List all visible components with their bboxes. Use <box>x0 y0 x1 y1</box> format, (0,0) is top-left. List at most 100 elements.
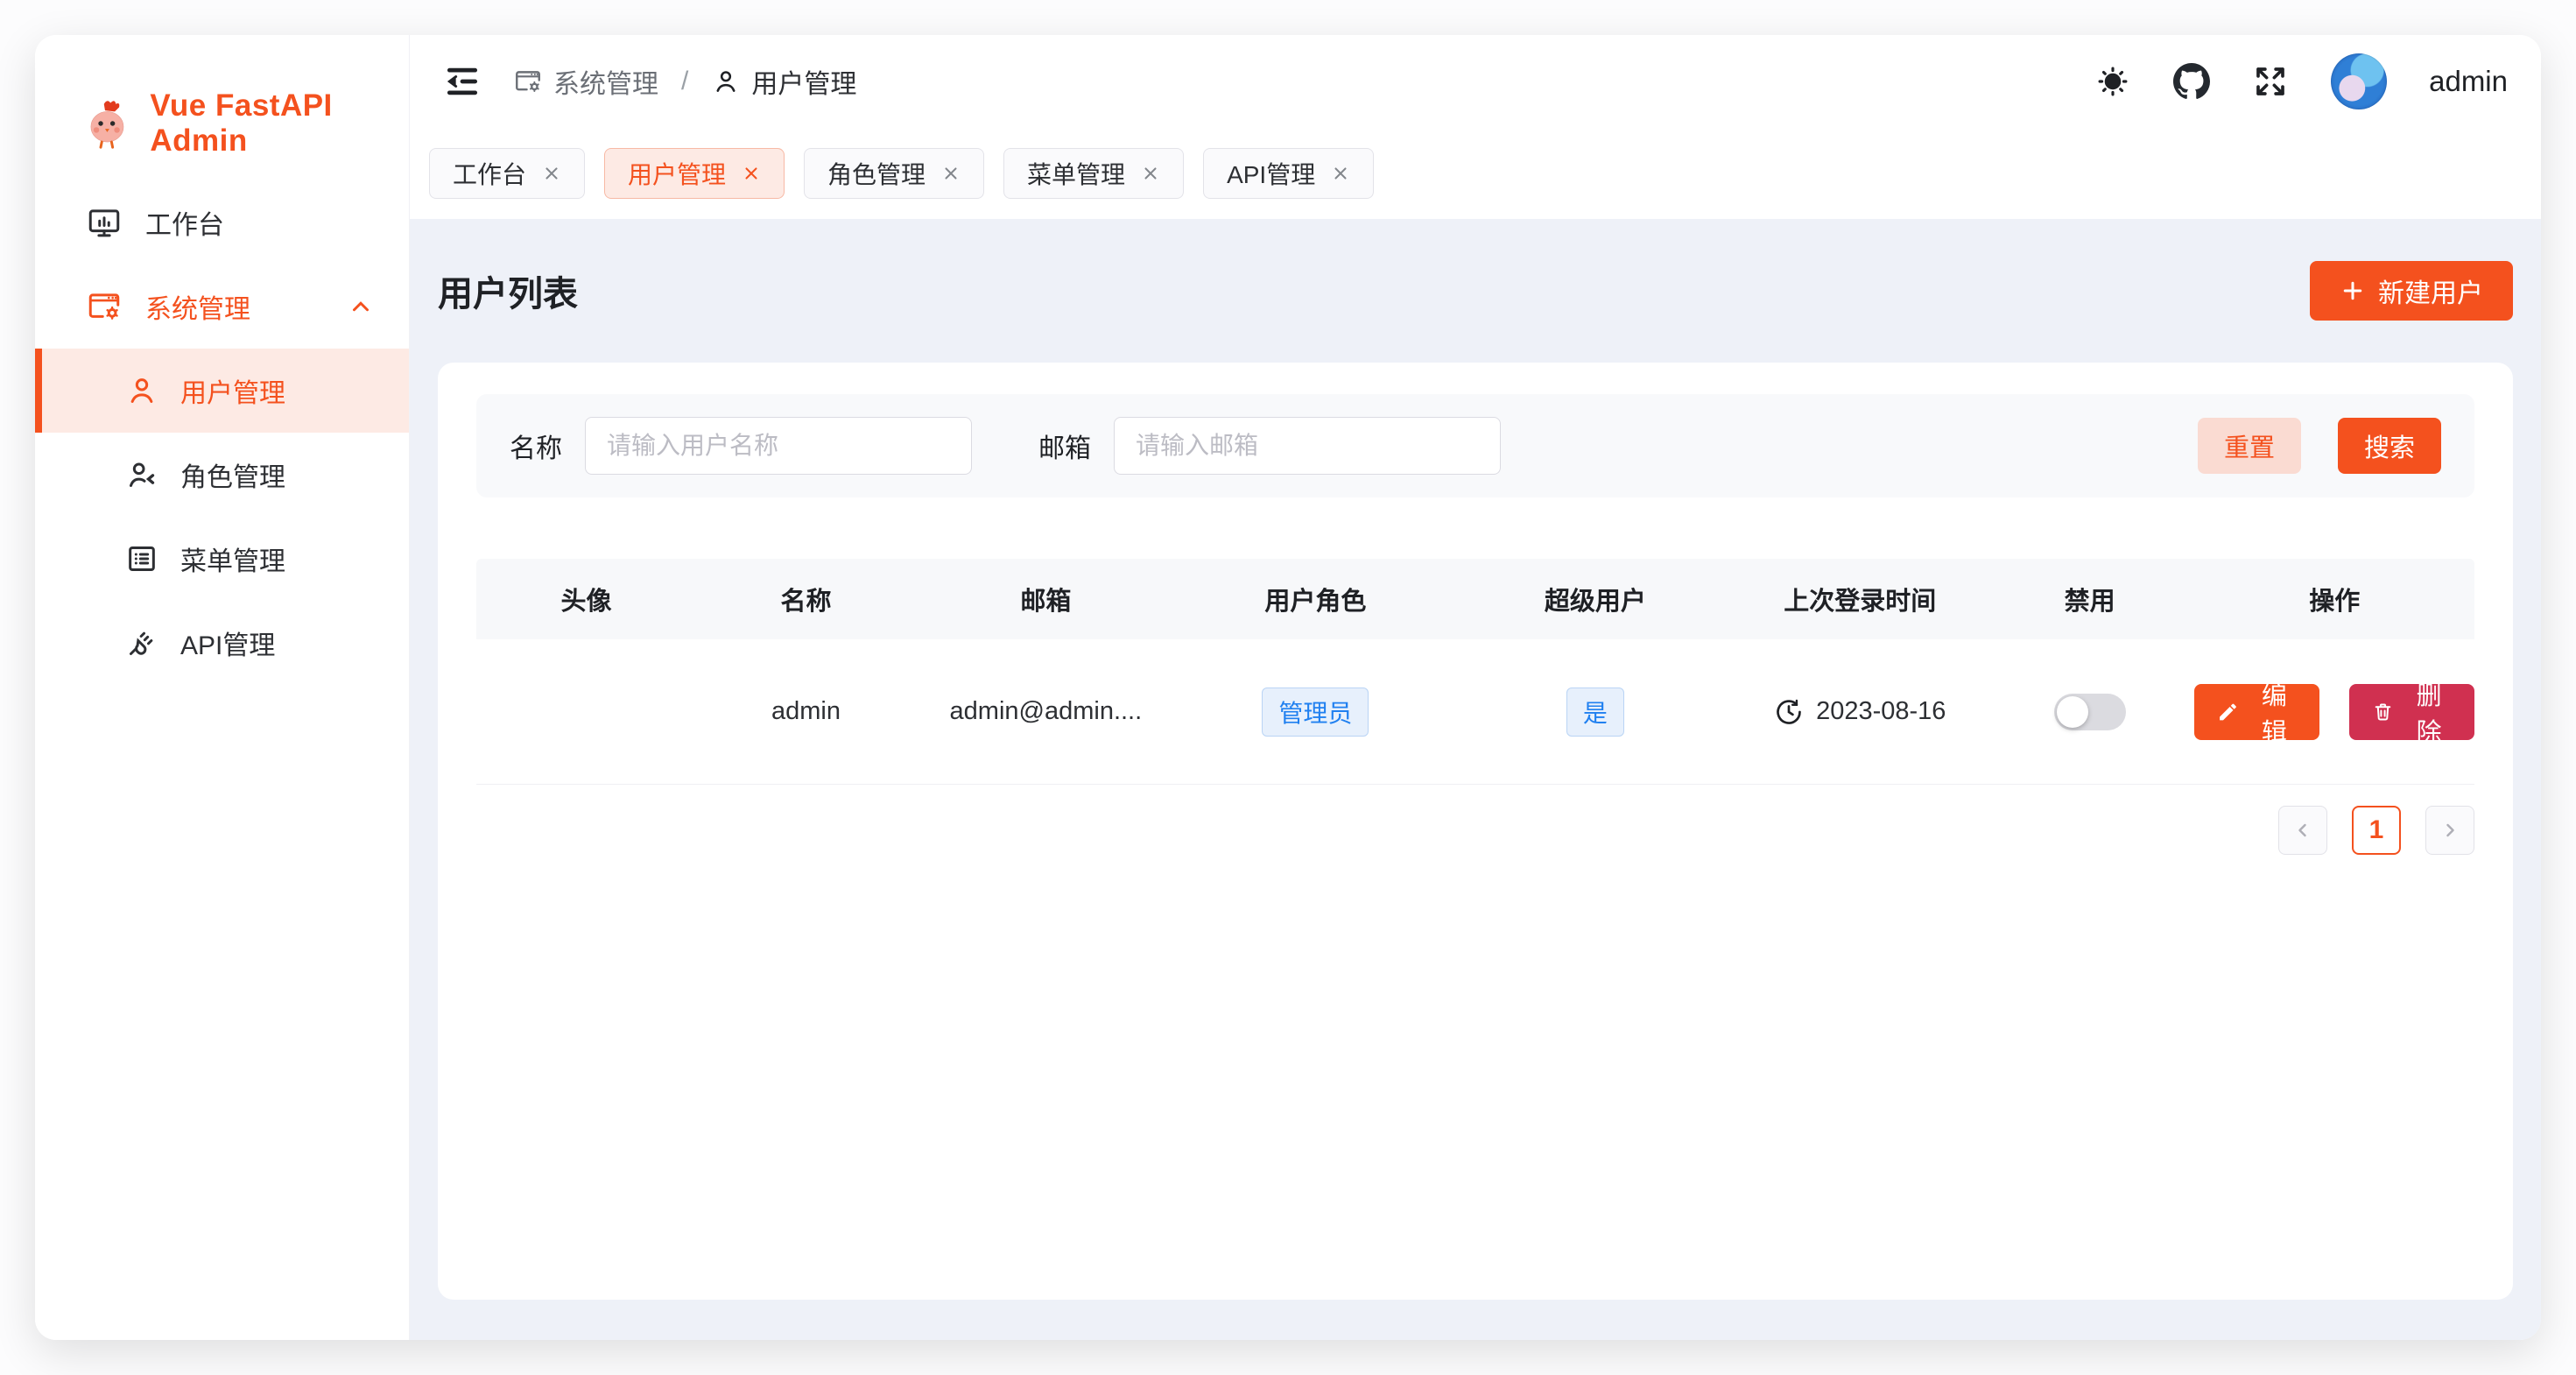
email-cell: admin@admin.... <box>916 697 1176 726</box>
page-title: 用户列表 <box>438 265 578 316</box>
tab-label: API管理 <box>1227 156 1315 191</box>
search-panel: 名称 邮箱 重置 搜索 <box>476 394 2474 497</box>
sidebar-item-api[interactable]: API管理 <box>35 601 409 685</box>
sidebar-item-label: 角色管理 <box>180 455 285 494</box>
table-row: admin admin@admin.... 管理员 是 <box>476 639 2474 785</box>
tab-label: 菜单管理 <box>1027 156 1125 191</box>
sidebar-item-label: 工作台 <box>145 203 224 242</box>
sidebar-item-label: 系统管理 <box>145 287 250 326</box>
sidebar-item-users[interactable]: 用户管理 <box>35 349 409 433</box>
pagination: 1 <box>476 806 2474 855</box>
clock-icon <box>1774 697 1804 727</box>
name-cell: admin <box>696 697 916 726</box>
role-cell: 管理员 <box>1176 688 1455 737</box>
topbar-actions: admin <box>2094 53 2508 109</box>
name-field-group: 名称 <box>510 417 972 475</box>
column-header-superuser: 超级用户 <box>1455 581 1735 617</box>
user-avatar[interactable] <box>2331 53 2387 109</box>
sidebar-item-menus[interactable]: 菜单管理 <box>35 517 409 601</box>
pencil-icon <box>2217 700 2239 724</box>
column-header-lastlogin: 上次登录时间 <box>1735 581 1985 617</box>
user-role-icon <box>124 457 159 492</box>
theme-sun-icon[interactable] <box>2094 63 2131 100</box>
chevron-left-icon <box>2292 820 2313 841</box>
column-header-disabled: 禁用 <box>1985 581 2195 617</box>
column-header-actions: 操作 <box>2194 581 2474 617</box>
reset-button[interactable]: 重置 <box>2198 418 2301 474</box>
superuser-tag: 是 <box>1566 688 1624 737</box>
sidebar-item-label: 用户管理 <box>180 371 285 410</box>
main-area: 系统管理 / 用户管理 <box>410 35 2541 1340</box>
sidebar-item-label: 菜单管理 <box>180 539 285 578</box>
breadcrumb-users[interactable]: 用户管理 <box>711 62 856 101</box>
page-header: 用户列表 新建用户 <box>438 219 2513 363</box>
tabbar: 工作台 用户管理 角色管理 菜单管理 API管理 <box>410 128 2541 219</box>
close-icon[interactable] <box>941 164 961 183</box>
app-title: Vue FastAPI Admin <box>150 88 409 159</box>
user-icon <box>711 67 741 96</box>
plus-icon <box>2340 278 2366 304</box>
chicken-logo-icon <box>82 95 134 152</box>
menu-list-icon <box>124 541 159 576</box>
email-field-group: 邮箱 <box>1038 417 1501 475</box>
plug-icon <box>124 625 159 660</box>
user-icon <box>124 373 159 408</box>
github-icon[interactable] <box>2173 63 2210 100</box>
app-logo[interactable]: Vue FastAPI Admin <box>35 35 409 166</box>
tab-users[interactable]: 用户管理 <box>604 148 785 199</box>
close-icon[interactable] <box>1141 164 1160 183</box>
delete-button[interactable]: 删除 <box>2349 684 2474 740</box>
pagination-prev-button[interactable] <box>2278 806 2327 855</box>
monitor-icon <box>86 204 123 241</box>
close-icon[interactable] <box>542 164 561 183</box>
delete-button-label: 删除 <box>2406 675 2452 749</box>
chevron-right-icon <box>2439 820 2460 841</box>
close-icon[interactable] <box>1331 164 1350 183</box>
breadcrumb-separator: / <box>681 67 688 96</box>
search-button[interactable]: 搜索 <box>2338 418 2441 474</box>
topbar: 系统管理 / 用户管理 <box>410 35 2541 128</box>
trash-icon <box>2372 700 2394 724</box>
content-area: 用户列表 新建用户 名称 邮箱 <box>410 219 2541 1340</box>
pagination-next-button[interactable] <box>2425 806 2474 855</box>
tab-roles[interactable]: 角色管理 <box>804 148 984 199</box>
sidebar-collapse-icon[interactable] <box>443 62 482 101</box>
tab-menus[interactable]: 菜单管理 <box>1003 148 1184 199</box>
edit-button-label: 编辑 <box>2251 675 2297 749</box>
role-tag: 管理员 <box>1262 688 1369 737</box>
breadcrumb: 系统管理 / 用户管理 <box>513 62 856 101</box>
breadcrumb-label: 用户管理 <box>751 62 856 101</box>
breadcrumb-system[interactable]: 系统管理 <box>513 62 658 101</box>
disabled-cell <box>1985 694 2195 730</box>
email-label: 邮箱 <box>1038 427 1091 465</box>
fullscreen-icon[interactable] <box>2252 63 2289 100</box>
tab-workbench[interactable]: 工作台 <box>429 148 585 199</box>
lastlogin-value: 2023-08-16 <box>1816 697 1946 726</box>
column-header-role: 用户角色 <box>1176 581 1455 617</box>
sidebar: Vue FastAPI Admin 工作台 系统管理 <box>35 35 410 1340</box>
users-table: 头像 名称 邮箱 用户角色 超级用户 上次登录时间 禁用 操作 admin ad… <box>476 559 2474 785</box>
sidebar-item-workbench[interactable]: 工作台 <box>35 180 409 264</box>
search-actions: 重置 搜索 <box>2198 418 2441 474</box>
edit-button[interactable]: 编辑 <box>2194 684 2319 740</box>
superuser-cell: 是 <box>1455 688 1735 737</box>
new-user-button[interactable]: 新建用户 <box>2310 261 2513 321</box>
sidebar-item-label: API管理 <box>180 624 275 662</box>
name-label: 名称 <box>510 427 562 465</box>
sidebar-item-roles[interactable]: 角色管理 <box>35 433 409 517</box>
new-user-button-label: 新建用户 <box>2378 271 2483 310</box>
window-gear-icon <box>86 288 123 325</box>
table-header-row: 头像 名称 邮箱 用户角色 超级用户 上次登录时间 禁用 操作 <box>476 559 2474 639</box>
username-label[interactable]: admin <box>2429 65 2508 98</box>
email-input[interactable] <box>1114 417 1501 475</box>
tab-api[interactable]: API管理 <box>1203 148 1374 199</box>
column-header-avatar: 头像 <box>476 581 696 617</box>
user-list-card: 名称 邮箱 重置 搜索 头像 名称 <box>438 363 2513 1300</box>
chevron-up-icon <box>348 293 374 320</box>
close-icon[interactable] <box>742 164 761 183</box>
name-input[interactable] <box>585 417 972 475</box>
disabled-toggle[interactable] <box>2054 694 2126 730</box>
sidebar-menu: 工作台 系统管理 用户管理 <box>35 180 409 685</box>
sidebar-item-system[interactable]: 系统管理 <box>35 264 409 349</box>
pagination-page-1[interactable]: 1 <box>2352 806 2401 855</box>
